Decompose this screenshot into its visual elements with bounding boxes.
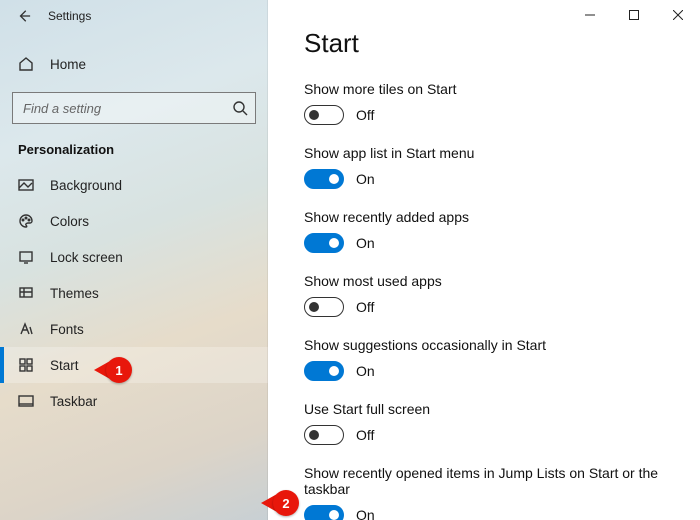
setting-row: Show suggestions occasionally in Start On	[304, 337, 670, 381]
toggle-switch[interactable]	[304, 361, 344, 381]
sidebar-item-taskbar[interactable]: Taskbar	[0, 383, 268, 419]
lock-screen-icon	[18, 249, 34, 265]
toggle-state: On	[356, 507, 375, 520]
toggle-state: On	[356, 363, 375, 379]
toggle-state: Off	[356, 427, 374, 443]
sidebar-item-label: Background	[50, 178, 122, 193]
toggle-switch[interactable]	[304, 105, 344, 125]
toggle-switch[interactable]	[304, 297, 344, 317]
sidebar-item-lock-screen[interactable]: Lock screen	[0, 239, 268, 275]
setting-label: Show recently opened items in Jump Lists…	[304, 465, 670, 497]
close-button[interactable]	[656, 0, 700, 30]
sidebar-category: Personalization	[18, 142, 268, 157]
search-field-wrap	[12, 92, 256, 124]
themes-icon	[18, 285, 34, 301]
titlebar: Settings	[0, 0, 268, 32]
toggle-switch[interactable]	[304, 425, 344, 445]
sidebar-home[interactable]: Home	[0, 46, 268, 82]
toggle-switch[interactable]	[304, 505, 344, 520]
sidebar-item-label: Themes	[50, 286, 99, 301]
content-area: Start Show more tiles on Start Off Show ap…	[268, 0, 700, 520]
search-icon	[232, 100, 248, 116]
toggle-switch[interactable]	[304, 233, 344, 253]
sidebar-item-background[interactable]: Background	[0, 167, 268, 203]
sidebar-item-label: Lock screen	[50, 250, 123, 265]
setting-row: Use Start full screen Off	[304, 401, 670, 445]
toggle-state: Off	[356, 107, 374, 123]
setting-row: Show recently opened items in Jump Lists…	[304, 465, 670, 520]
setting-row: Show app list in Start menu On	[304, 145, 670, 189]
back-button[interactable]	[14, 6, 34, 26]
settings-window: Settings Home Personalization Background…	[0, 0, 700, 520]
picture-icon	[18, 177, 34, 193]
toggle-state: On	[356, 235, 375, 251]
setting-label: Use Start full screen	[304, 401, 670, 417]
taskbar-icon	[18, 393, 34, 409]
start-icon	[18, 357, 34, 373]
minimize-button[interactable]	[568, 0, 612, 30]
sidebar-item-label: Colors	[50, 214, 89, 229]
setting-row: Show more tiles on Start Off	[304, 81, 670, 125]
toggle-state: Off	[356, 299, 374, 315]
toggle-state: On	[356, 171, 375, 187]
settings-list: Show more tiles on Start Off Show app list…	[304, 81, 670, 520]
page-title: Start	[304, 28, 670, 59]
search-input[interactable]	[12, 92, 256, 124]
setting-label: Show most used apps	[304, 273, 670, 289]
toggle-switch[interactable]	[304, 169, 344, 189]
maximize-button[interactable]	[612, 0, 656, 30]
fonts-icon	[18, 321, 34, 337]
sidebar-nav: Background Colors Lock screen Themes Fon…	[0, 167, 268, 419]
setting-label: Show suggestions occasionally in Start	[304, 337, 670, 353]
setting-label: Show more tiles on Start	[304, 81, 670, 97]
app-title: Settings	[48, 9, 91, 23]
setting-row: Show recently added apps On	[304, 209, 670, 253]
sidebar-item-label: Start	[50, 358, 79, 373]
window-controls	[568, 0, 700, 30]
sidebar-item-colors[interactable]: Colors	[0, 203, 268, 239]
sidebar: Settings Home Personalization Background…	[0, 0, 268, 520]
sidebar-item-start[interactable]: Start	[0, 347, 268, 383]
setting-row: Show most used apps Off	[304, 273, 670, 317]
sidebar-item-themes[interactable]: Themes	[0, 275, 268, 311]
setting-label: Show app list in Start menu	[304, 145, 670, 161]
setting-label: Show recently added apps	[304, 209, 670, 225]
home-icon	[18, 56, 34, 72]
sidebar-home-label: Home	[50, 57, 86, 72]
sidebar-item-label: Taskbar	[50, 394, 97, 409]
palette-icon	[18, 213, 34, 229]
sidebar-item-label: Fonts	[50, 322, 84, 337]
sidebar-item-fonts[interactable]: Fonts	[0, 311, 268, 347]
